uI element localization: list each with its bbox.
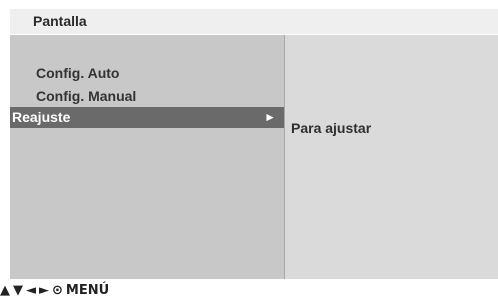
submenu-arrow-icon: ► (264, 110, 276, 124)
menu-header: Pantalla (10, 9, 498, 34)
menu-title: Pantalla (33, 13, 87, 29)
menu-item-label: Reajuste (12, 109, 71, 125)
arrow-right-icon: ► (39, 283, 49, 298)
menu-item-label: Config. Auto (36, 65, 120, 81)
osd-menu: Pantalla Config. Auto Config. Manual Rea… (10, 9, 498, 279)
description-panel (285, 35, 498, 279)
navigation-hint: ▲ ▼ ◄ ► ⊙ MENÚ (0, 283, 112, 299)
menu-hint-label: MENÚ (65, 283, 110, 298)
menu-item-label: Config. Manual (36, 88, 137, 104)
ok-button-icon: ⊙ (52, 283, 63, 298)
item-description: Para ajustar (291, 120, 372, 136)
arrow-down-icon: ▼ (13, 283, 23, 298)
menu-item-config-manual[interactable]: Config. Manual (10, 86, 284, 107)
menu-item-reajuste[interactable]: Reajuste ► (10, 107, 284, 128)
arrow-up-icon: ▲ (0, 283, 10, 298)
arrow-left-icon: ◄ (26, 283, 36, 298)
menu-item-config-auto[interactable]: Config. Auto (10, 63, 284, 84)
